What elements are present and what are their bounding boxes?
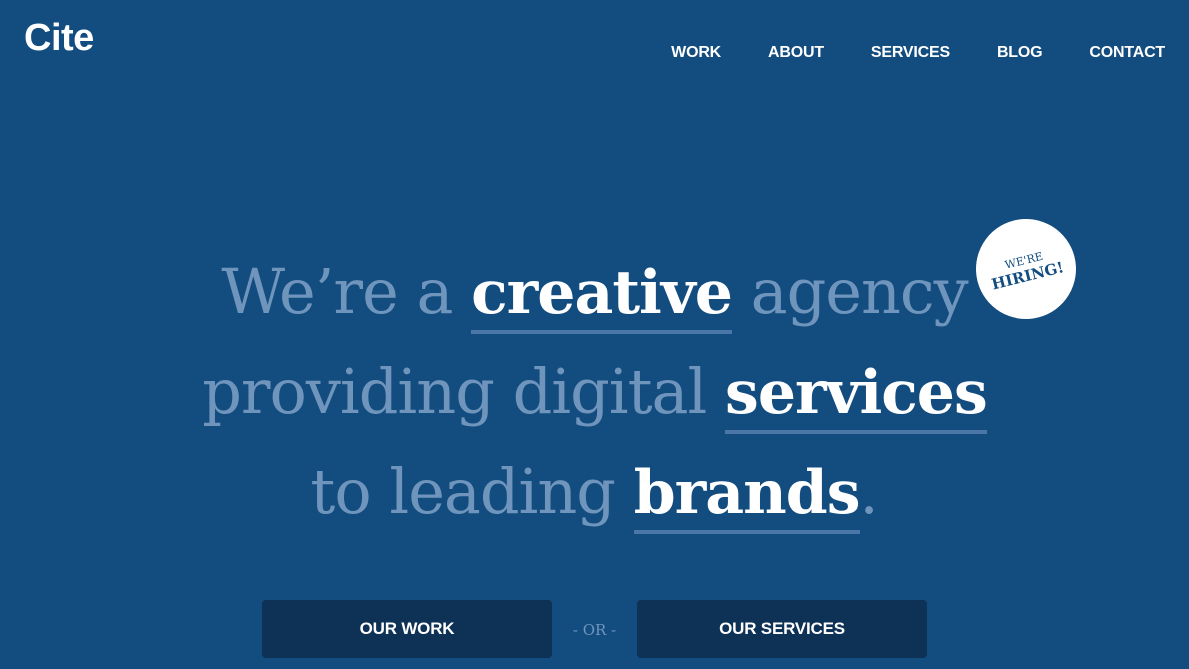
nav-item-about[interactable]: ABOUT	[768, 43, 824, 63]
logo[interactable]: Cite	[24, 16, 94, 60]
nav-item-work[interactable]: WORK	[671, 43, 721, 63]
headline-text: agency	[731, 255, 969, 328]
headline-text: We’re a	[221, 255, 472, 328]
nav-item-services[interactable]: SERVICES	[871, 43, 950, 63]
our-work-button[interactable]: OUR WORK	[262, 600, 552, 658]
headline-period: .	[859, 458, 879, 528]
headline-highlight-brands: brands	[633, 456, 860, 534]
headline-line-3: to leading brands.	[0, 452, 1189, 552]
our-services-button[interactable]: OUR SERVICES	[637, 600, 927, 658]
headline-highlight-creative: creative	[471, 256, 733, 334]
nav-item-blog[interactable]: BLOG	[997, 43, 1043, 63]
or-separator: - OR -	[572, 621, 617, 639]
nav-item-contact[interactable]: CONTACT	[1089, 43, 1165, 63]
main-nav: WORK ABOUT SERVICES BLOG CONTACT	[671, 43, 1165, 63]
headline-highlight-services: services	[725, 356, 988, 434]
headline-line-2: providing digital services	[0, 352, 1189, 452]
headline-text: providing digital	[202, 355, 726, 428]
headline-text: to leading	[310, 455, 634, 528]
